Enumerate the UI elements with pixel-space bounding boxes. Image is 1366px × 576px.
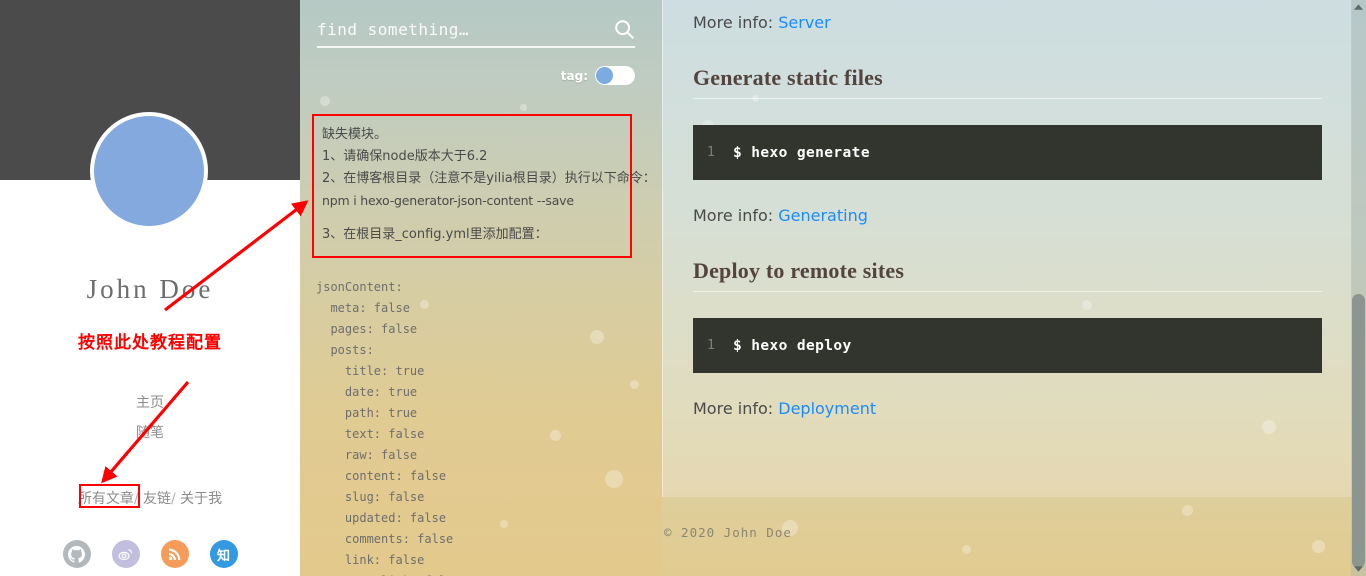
scroll-up-arrow-icon[interactable] bbox=[1351, 0, 1366, 14]
yaml-line: slug: false bbox=[316, 490, 425, 504]
yaml-line: path: true bbox=[316, 406, 418, 420]
sidebar-nav-sub: 所有文章/ 友链/ 关于我 bbox=[0, 488, 300, 508]
more-info-deployment: More info: Deployment bbox=[693, 398, 1322, 420]
sidebar-item-essays[interactable]: 随笔 bbox=[0, 418, 300, 448]
yaml-line: comments: false bbox=[316, 532, 454, 546]
bokeh-dot bbox=[520, 104, 527, 111]
code-command: $ hexo generate bbox=[733, 144, 870, 161]
yaml-line: jsonContent: bbox=[316, 280, 403, 294]
heading-deploy-remote-sites: Deploy to remote sites bbox=[693, 258, 1322, 292]
scroll-down-arrow-icon[interactable] bbox=[1351, 562, 1366, 576]
code-line-number: 1 bbox=[707, 338, 715, 353]
heading-rule bbox=[693, 98, 1322, 99]
warning-line: 1、请确保node版本大于6.2 bbox=[322, 149, 488, 164]
search-icon[interactable] bbox=[613, 18, 635, 40]
bokeh-dot bbox=[962, 545, 971, 554]
code-command: $ hexo deploy bbox=[733, 337, 852, 354]
warning-line: 2、在博客根目录（注意不是yilia根目录）执行以下命令： bbox=[322, 171, 656, 186]
search-box[interactable] bbox=[317, 18, 635, 48]
main-content-area: More info: Server Generate static files … bbox=[662, 0, 1366, 576]
yaml-line: title: true bbox=[316, 364, 425, 378]
more-info-prefix: More info: bbox=[693, 13, 774, 32]
heading-text: Generate static files bbox=[693, 65, 883, 90]
yaml-line: link: false bbox=[316, 553, 425, 567]
heading-rule bbox=[693, 291, 1322, 292]
bokeh-dot bbox=[1182, 505, 1193, 516]
footer-copyright: © 2020 John Doe bbox=[664, 525, 792, 540]
code-line-number: 1 bbox=[707, 145, 715, 160]
heading-generate-static-files: Generate static files bbox=[693, 65, 1322, 99]
nav-separator-2: / bbox=[171, 491, 176, 507]
page-title: John Doe bbox=[86, 274, 214, 304]
sidebar-item-friend-links[interactable]: 友链 bbox=[143, 491, 171, 507]
warning-spacer bbox=[322, 212, 622, 224]
tag-filter[interactable]: tag: bbox=[561, 66, 635, 85]
warning-line: 缺失模块。 bbox=[322, 127, 388, 142]
weibo-icon[interactable] bbox=[111, 540, 140, 568]
rss-icon[interactable] bbox=[160, 540, 189, 568]
more-info-generating: More info: Generating bbox=[693, 205, 1322, 227]
yaml-line: text: false bbox=[316, 427, 425, 441]
post-content-panel: More info: Server Generate static files … bbox=[662, 0, 1352, 497]
bokeh-dot bbox=[320, 96, 330, 106]
link-deployment[interactable]: Deployment bbox=[778, 399, 876, 418]
link-generating[interactable]: Generating bbox=[778, 206, 868, 225]
github-icon[interactable] bbox=[62, 540, 91, 568]
link-server[interactable]: Server bbox=[778, 13, 830, 32]
tag-filter-toggle[interactable] bbox=[595, 66, 635, 85]
sidebar-item-home[interactable]: 主页 bbox=[0, 388, 300, 418]
sidebar-item-about-me[interactable]: 关于我 bbox=[180, 491, 222, 507]
yaml-line: posts: bbox=[316, 343, 374, 357]
warning-line: 3、在根目录_config.yml里添加配置： bbox=[322, 227, 548, 242]
missing-module-warning: 缺失模块。 1、请确保node版本大于6.2 2、在博客根目录（注意不是yili… bbox=[312, 114, 656, 258]
search-input[interactable] bbox=[317, 19, 613, 39]
yaml-line: date: true bbox=[316, 385, 418, 399]
bokeh-dot bbox=[1312, 540, 1325, 553]
code-hexo-generate[interactable]: 1 $ hexo generate bbox=[693, 125, 1322, 180]
heading-text: Deploy to remote sites bbox=[693, 258, 905, 283]
yaml-line: raw: false bbox=[316, 448, 418, 462]
sidebar-nav-main: 主页 随笔 bbox=[0, 388, 300, 448]
page-scrollbar[interactable] bbox=[1351, 0, 1366, 576]
warning-install-command: npm i hexo-generator-json-content --save bbox=[322, 193, 574, 208]
code-hexo-deploy[interactable]: 1 $ hexo deploy bbox=[693, 318, 1322, 373]
yaml-line: meta: false bbox=[316, 301, 410, 315]
yaml-line: updated: false bbox=[316, 511, 447, 525]
annotation-highlight-box bbox=[79, 484, 140, 508]
avatar bbox=[90, 112, 208, 230]
toggle-knob bbox=[596, 67, 613, 84]
yaml-line: pages: false bbox=[316, 322, 418, 336]
social-links: 知 bbox=[0, 540, 300, 568]
sidebar: John Doe 主页 随笔 所有文章/ 友链/ 关于我 知 bbox=[0, 0, 300, 576]
zhihu-icon[interactable]: 知 bbox=[209, 540, 238, 568]
tag-filter-label: tag: bbox=[560, 68, 588, 83]
more-info-prefix: More info: bbox=[693, 399, 774, 418]
more-info-server: More info: Server bbox=[693, 12, 1322, 34]
more-info-prefix: More info: bbox=[693, 206, 774, 225]
yaml-line: permalink: false bbox=[316, 571, 656, 576]
scrollbar-thumb[interactable] bbox=[1352, 294, 1365, 568]
page-root: John Doe 主页 随笔 所有文章/ 友链/ 关于我 知 find some… bbox=[0, 0, 1366, 576]
yaml-config-sample: jsonContent: meta: false pages: false po… bbox=[316, 277, 656, 576]
yaml-line: content: false bbox=[316, 469, 447, 483]
annotation-label: 按照此处教程配置 bbox=[78, 333, 222, 353]
